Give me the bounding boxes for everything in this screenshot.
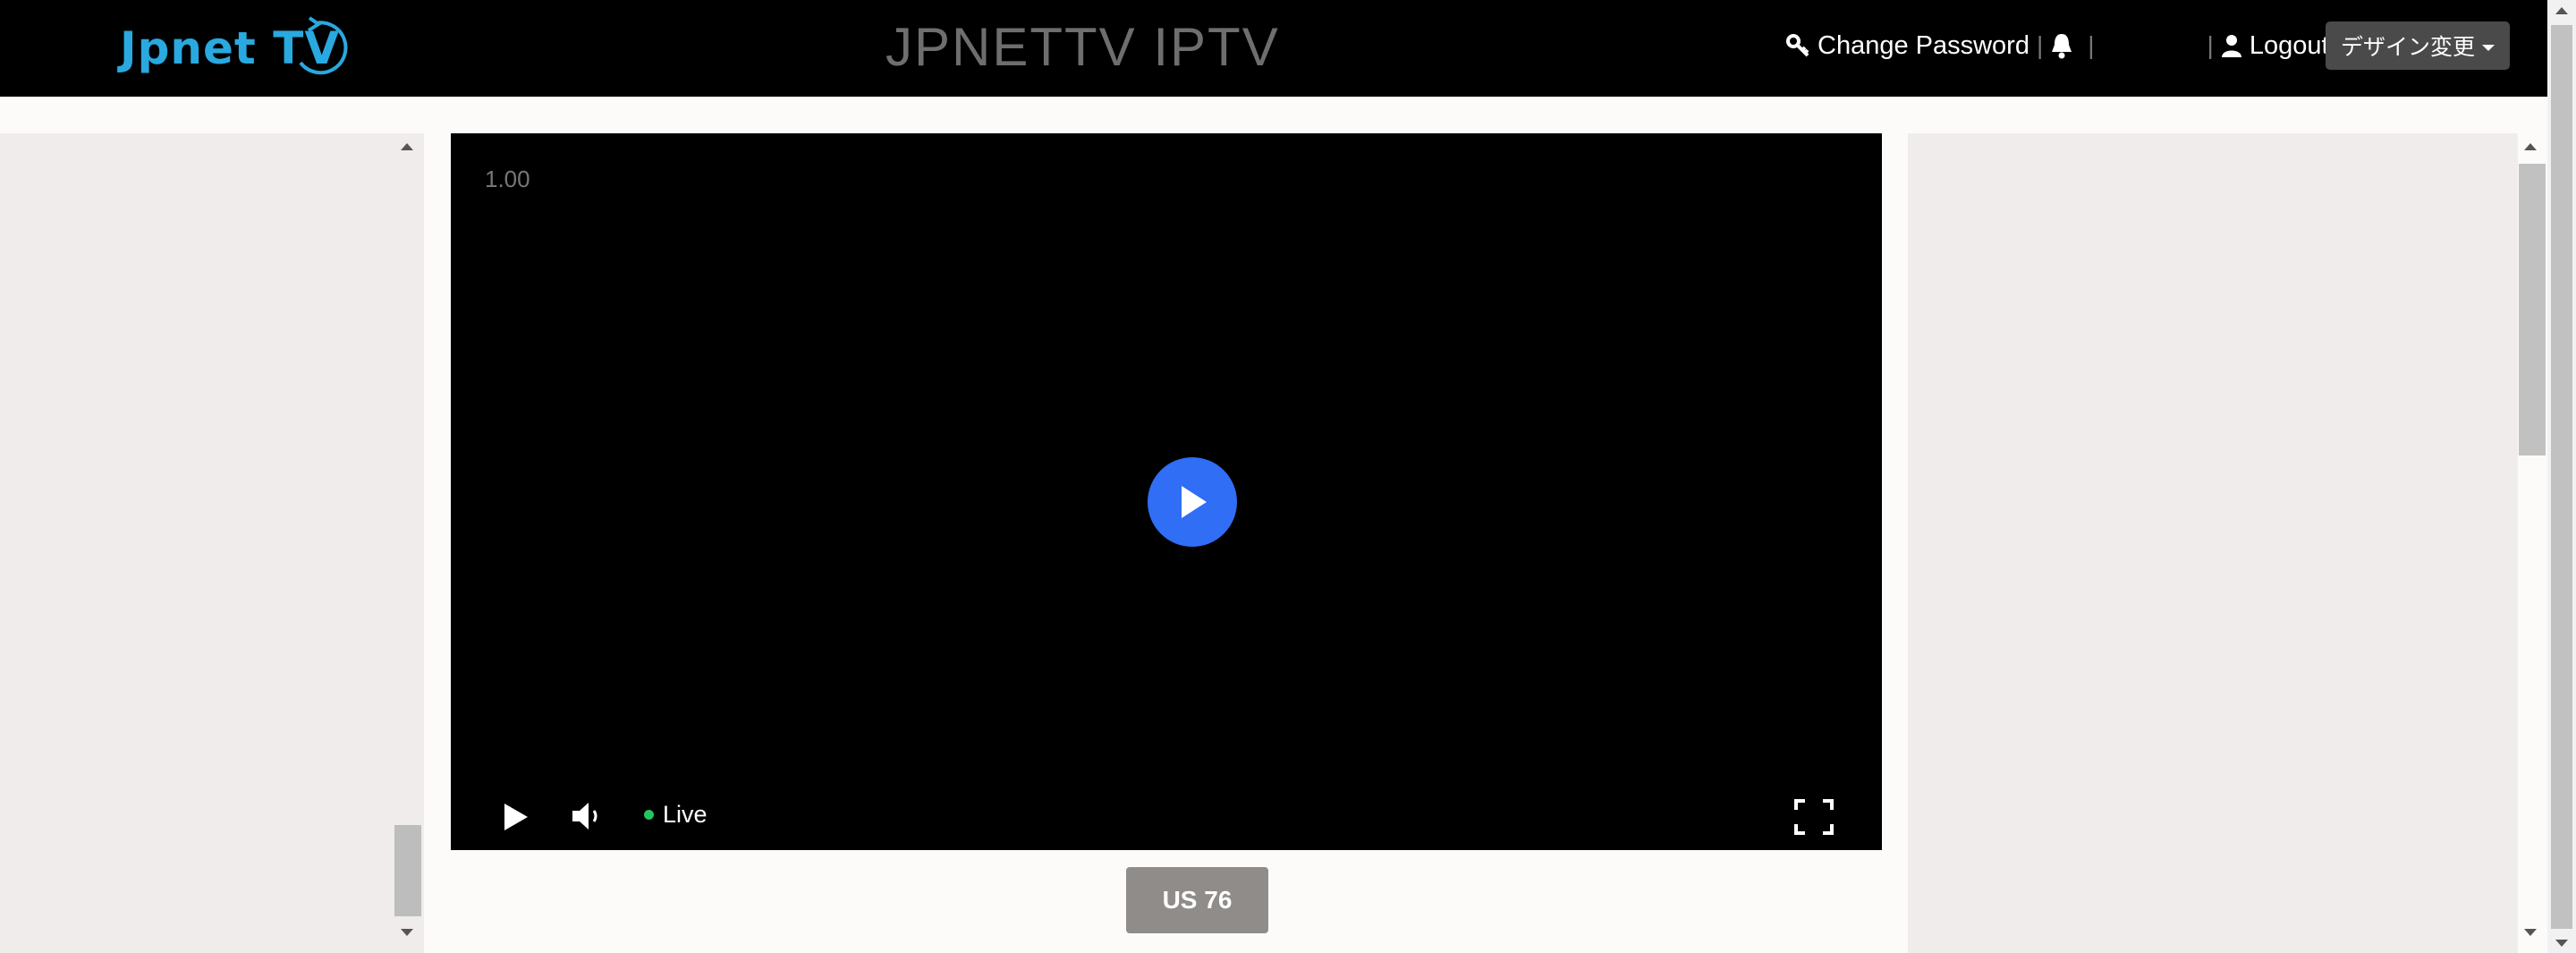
logo-arc-icon (299, 16, 348, 75)
big-play-button[interactable] (1148, 457, 1237, 547)
user-icon (2221, 35, 2241, 57)
top-navbar: Jpnet TV JPNETTV IPTV Change Password | … (0, 0, 2547, 97)
scroll-up-arrow-icon[interactable] (2524, 143, 2537, 150)
site-title: JPNETTV IPTV (886, 17, 1280, 77)
change-password-label: Change Password (1818, 30, 2029, 60)
video-player[interactable]: 1.00 Live (451, 133, 1882, 850)
scroll-down-arrow-icon[interactable] (2555, 940, 2568, 947)
play-icon (1182, 486, 1207, 518)
design-change-label: デザイン変更 (2340, 35, 2475, 60)
user-nav: Change Password | | | Logout (1785, 25, 2329, 66)
fullscreen-button[interactable] (1794, 799, 1834, 839)
logo[interactable]: Jpnet TV (120, 13, 348, 84)
notifications-button[interactable] (2050, 32, 2080, 59)
design-change-dropdown[interactable]: デザイン変更 (2326, 21, 2510, 70)
logout-label: Logout (2249, 30, 2329, 60)
bell-icon (2052, 34, 2072, 59)
scroll-up-arrow-icon[interactable] (401, 143, 413, 150)
scroll-down-arrow-icon[interactable] (401, 929, 413, 936)
logout-link[interactable]: Logout (2221, 31, 2329, 61)
change-password-link[interactable]: Change Password (1785, 31, 2029, 61)
volume-icon (572, 803, 597, 830)
right-panel-scrollbar-thumb[interactable] (2519, 164, 2546, 455)
playback-speed: 1.00 (485, 166, 530, 192)
play-pause-button[interactable] (501, 802, 530, 837)
scroll-down-arrow-icon[interactable] (2524, 929, 2537, 936)
right-panel (1908, 133, 2518, 953)
nav-separator: | (2207, 31, 2214, 59)
key-icon (1786, 34, 1809, 57)
caret-down-icon (2482, 44, 2495, 51)
fullscreen-icon (1794, 799, 1834, 835)
channel-button[interactable]: US 76 (1126, 867, 1268, 933)
scroll-up-arrow-icon[interactable] (2555, 7, 2568, 14)
nav-separator: | (2036, 31, 2044, 59)
play-icon (504, 804, 528, 830)
live-label: Live (663, 801, 708, 828)
left-channel-panel (0, 133, 424, 953)
volume-button[interactable] (571, 800, 606, 837)
live-dot-icon (644, 810, 654, 820)
nav-separator: | (2088, 31, 2095, 59)
left-panel-scrollbar-thumb[interactable] (394, 825, 421, 916)
live-indicator: Live (644, 801, 708, 829)
page-scrollbar-thumb[interactable] (2551, 25, 2572, 929)
